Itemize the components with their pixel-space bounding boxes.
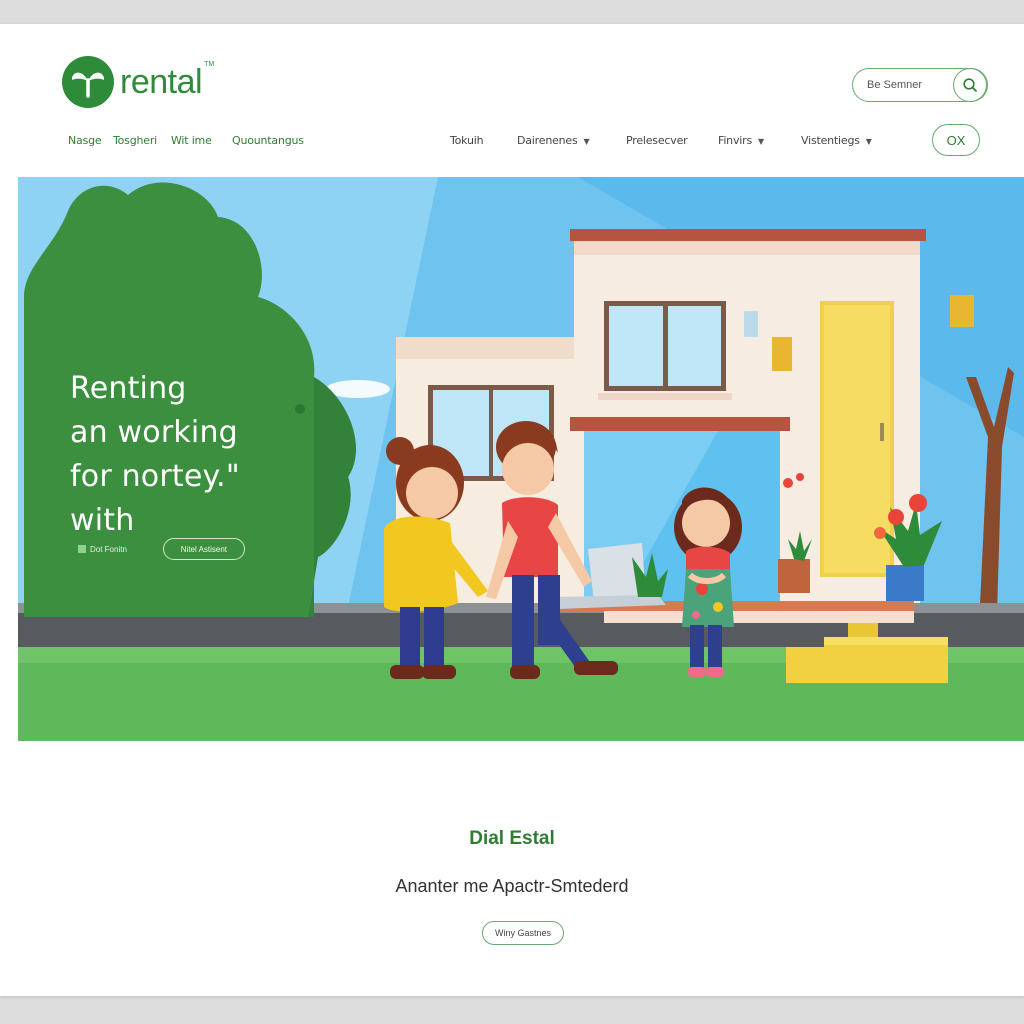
hero-line: with [70, 503, 135, 538]
search-input[interactable] [865, 78, 959, 92]
checkbox-icon [78, 545, 86, 553]
hero-line: an working [70, 415, 238, 450]
nav-item-wit-ime[interactable]: Wit ime [171, 134, 212, 147]
hero-banner: Renting an working for nortey." with Dot… [18, 177, 1024, 741]
caret-down-icon: ▼ [865, 137, 872, 146]
brand-tm: TM [204, 60, 215, 68]
nav-item-dairenenes[interactable]: Dairenenes ▼ [517, 134, 590, 147]
caret-down-icon: ▼ [583, 137, 590, 146]
section-subtitle: Ananter me Apactr-Smtederd [395, 876, 629, 896]
nav-item-finvirs[interactable]: Finvirs ▼ [718, 134, 764, 147]
brand-logo[interactable]: rental TM [62, 56, 214, 108]
nav-item-prelesecver[interactable]: Prelesecver [626, 134, 688, 147]
leaf-logo-icon [62, 56, 114, 108]
nav-item-vistentiegs[interactable]: Vistentiegs ▼ [801, 134, 872, 147]
hero-cta-button[interactable]: Nitel Astisent [162, 538, 245, 560]
caret-down-icon: ▼ [757, 137, 764, 146]
main-nav: Nasge Tosgheri Wit ime Quountangus Tokui… [0, 134, 1024, 148]
nav-item-nasge[interactable]: Nasge [68, 134, 102, 147]
search-button[interactable] [953, 68, 987, 102]
nav-item-quountangus[interactable]: Quountangus [232, 134, 304, 147]
nav-item-tokuih[interactable]: Tokuih [450, 134, 484, 147]
section-title: Dial Estal [469, 828, 555, 849]
hero-checkbox[interactable]: Dot Fonitn [78, 545, 127, 554]
hero-line: Renting [70, 371, 187, 406]
nav-label: Tokuih [450, 134, 484, 147]
nav-label: Finvirs [718, 134, 752, 147]
nav-label: Dairenenes [517, 134, 578, 147]
hero-line: for nortey." [70, 459, 240, 494]
ok-button[interactable]: OX [932, 124, 980, 156]
hero-checkbox-label: Dot Fonitn [90, 544, 127, 554]
nav-label: Vistentiegs [801, 134, 860, 147]
section-button[interactable]: Winy Gastnes [482, 921, 564, 945]
hero-headline: Renting an working for nortey." with [70, 367, 240, 543]
hero-cta-row: Dot Fonitn Nitel Astisent [78, 538, 245, 560]
search-icon [963, 78, 977, 92]
search-box [852, 68, 988, 102]
nav-label: Prelesecver [626, 134, 688, 147]
nav-item-tosgheri[interactable]: Tosgheri [113, 134, 157, 147]
brand-name: rental [120, 62, 203, 101]
page: rental TM Nasge Tosgheri Wit ime Quounta… [0, 24, 1024, 996]
